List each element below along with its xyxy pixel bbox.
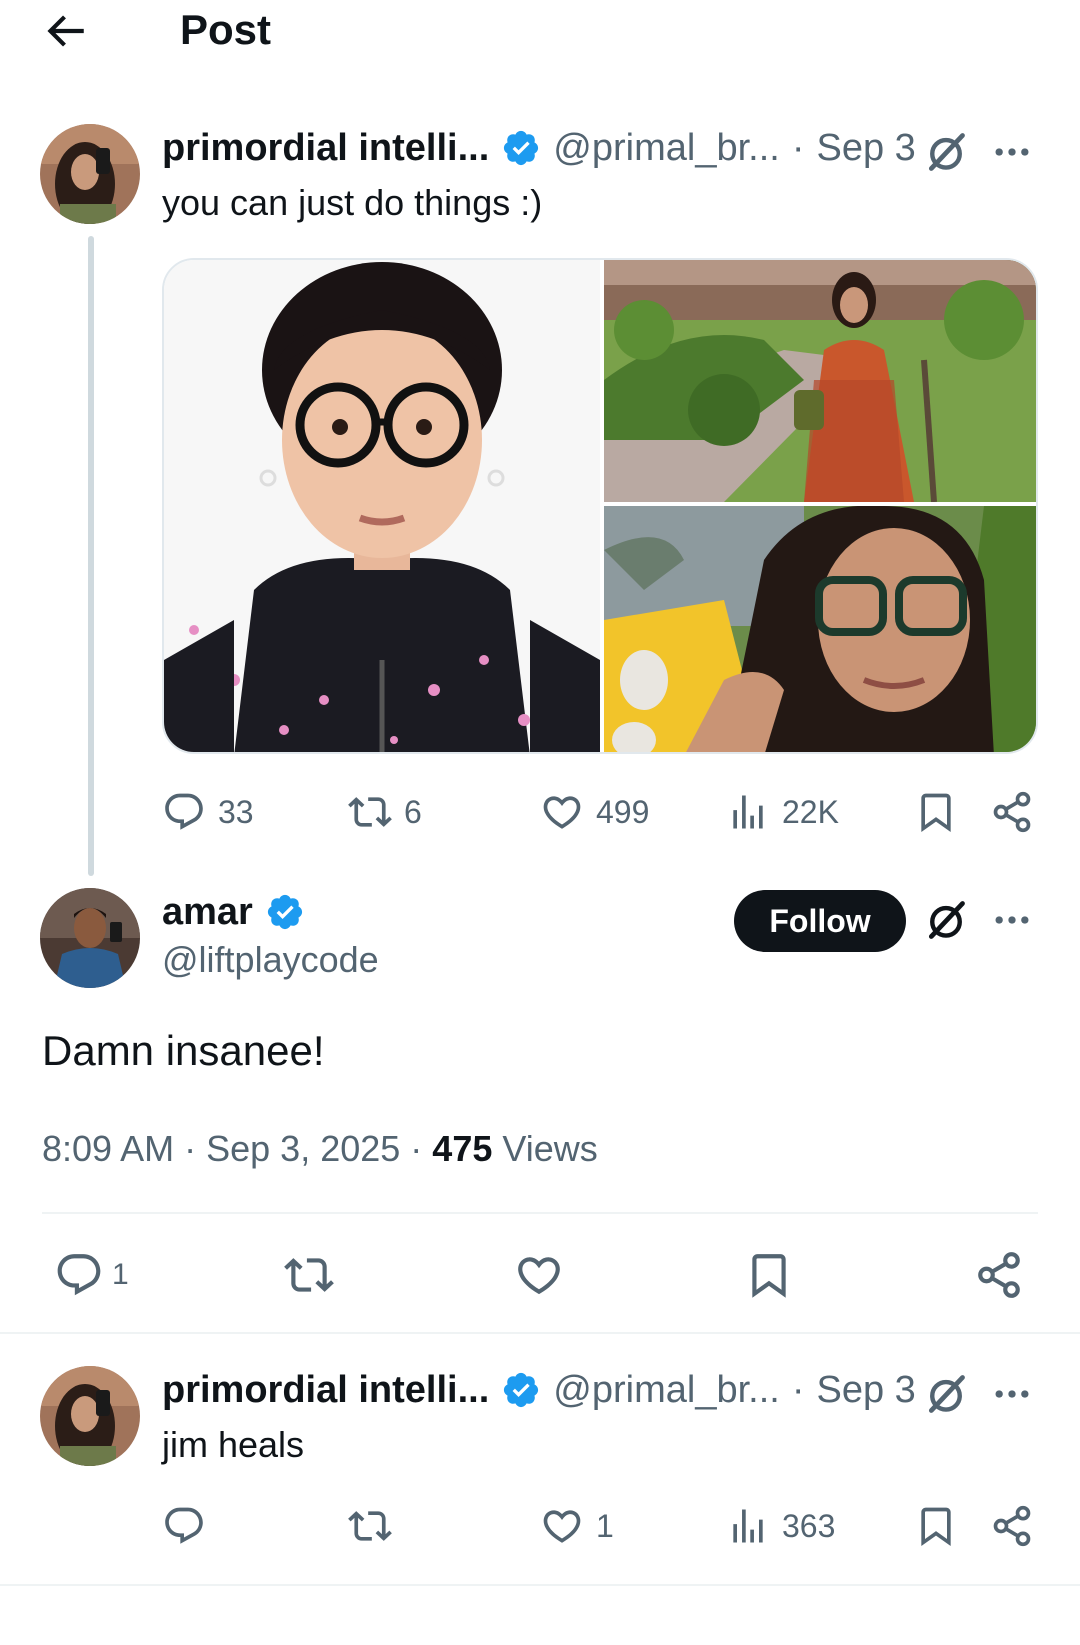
thread-line: [88, 236, 94, 876]
share-button[interactable]: [974, 1250, 1036, 1300]
user-handle[interactable]: @liftplaycode: [162, 936, 379, 984]
like-count: 1: [596, 1507, 614, 1544]
reply-icon: [54, 1250, 104, 1300]
share-icon: [990, 790, 1034, 834]
share-button[interactable]: [990, 1504, 1046, 1548]
display-name[interactable]: amar: [162, 888, 253, 936]
like-button[interactable]: 499: [540, 790, 649, 834]
post-date[interactable]: Sep 3: [816, 1366, 915, 1414]
share-button[interactable]: [990, 790, 1046, 834]
divider: [0, 1332, 1080, 1334]
repost-icon: [348, 1504, 392, 1548]
views-count: 475: [432, 1128, 493, 1169]
avatar[interactable]: [40, 1366, 140, 1466]
bookmark-icon: [744, 1250, 794, 1300]
like-button[interactable]: [514, 1250, 576, 1300]
post-time[interactable]: 8:09 AM: [42, 1128, 174, 1169]
separator: ·: [791, 1369, 805, 1411]
bookmark-icon: [914, 1504, 958, 1548]
views-label: Views: [502, 1128, 598, 1169]
separator: ·: [791, 127, 805, 169]
views-count: 22K: [782, 793, 839, 830]
page-title: Post: [180, 6, 272, 53]
media-image-1: [164, 260, 600, 752]
like-count: 499: [596, 793, 650, 830]
views-icon: [726, 790, 770, 834]
heart-icon: [540, 1504, 584, 1548]
grok-icon[interactable]: [924, 130, 968, 174]
display-name[interactable]: primordial intelli...: [162, 1366, 489, 1414]
reply-count: 1: [112, 1258, 129, 1291]
post-header: primordial intelli... @primal_br... · Se…: [162, 1366, 916, 1414]
grok-icon[interactable]: [924, 898, 968, 942]
post-date[interactable]: Sep 3, 2025: [206, 1128, 400, 1169]
more-icon[interactable]: [990, 898, 1034, 942]
repost-button[interactable]: [284, 1250, 346, 1300]
repost-count: 6: [404, 793, 422, 830]
media-image-2: [604, 260, 1036, 503]
post-text: you can just do things :): [162, 182, 543, 223]
heart-icon: [540, 790, 584, 834]
repost-icon: [348, 790, 392, 834]
media-image-3: [604, 505, 1036, 752]
like-button[interactable]: 1: [540, 1504, 614, 1548]
post-header: primordial intelli... @primal_br... · Se…: [162, 124, 916, 172]
more-icon[interactable]: [990, 1372, 1034, 1416]
reply-icon: [162, 790, 206, 834]
reply-count: 33: [218, 793, 254, 830]
verified-badge-icon: [265, 892, 305, 932]
bookmark-icon: [914, 790, 958, 834]
share-icon: [990, 1504, 1034, 1548]
user-handle[interactable]: @primal_br...: [553, 1366, 780, 1414]
divider: [42, 1212, 1038, 1214]
divider: [0, 1584, 1080, 1586]
post-text: jim heals: [162, 1424, 305, 1465]
repost-button[interactable]: 6: [348, 790, 422, 834]
more-icon[interactable]: [990, 130, 1034, 174]
follow-button[interactable]: Follow: [734, 890, 906, 952]
views-icon: [726, 1504, 770, 1548]
media-grid[interactable]: [162, 258, 1038, 754]
bookmark-button[interactable]: [744, 1250, 806, 1300]
avatar[interactable]: [40, 124, 140, 224]
verified-badge-icon: [501, 1370, 541, 1410]
display-name[interactable]: primordial intelli...: [162, 124, 489, 172]
share-icon: [974, 1250, 1024, 1300]
post-text: Damn insanee!: [42, 1027, 325, 1074]
bookmark-button[interactable]: [914, 1504, 970, 1548]
reply-icon: [162, 1504, 206, 1548]
views-button[interactable]: 363: [726, 1504, 835, 1548]
grok-icon[interactable]: [924, 1372, 968, 1416]
repost-button[interactable]: [348, 1504, 404, 1548]
views-button[interactable]: 22K: [726, 790, 839, 834]
reply-button[interactable]: [162, 1504, 218, 1548]
avatar[interactable]: [40, 888, 140, 988]
post-meta: 8:09 AM · Sep 3, 2025 · 475 Views: [42, 1128, 598, 1169]
heart-icon: [514, 1250, 564, 1300]
reply-button[interactable]: 33: [162, 790, 254, 834]
post-date[interactable]: Sep 3: [816, 124, 915, 172]
bookmark-button[interactable]: [914, 790, 970, 834]
arrow-left-icon[interactable]: [40, 6, 90, 56]
repost-icon: [284, 1250, 334, 1300]
views-count: 363: [782, 1507, 836, 1544]
user-handle[interactable]: @primal_br...: [553, 124, 780, 172]
reply-button[interactable]: 1: [54, 1250, 129, 1300]
verified-badge-icon: [501, 128, 541, 168]
post-header: amar: [162, 888, 317, 936]
